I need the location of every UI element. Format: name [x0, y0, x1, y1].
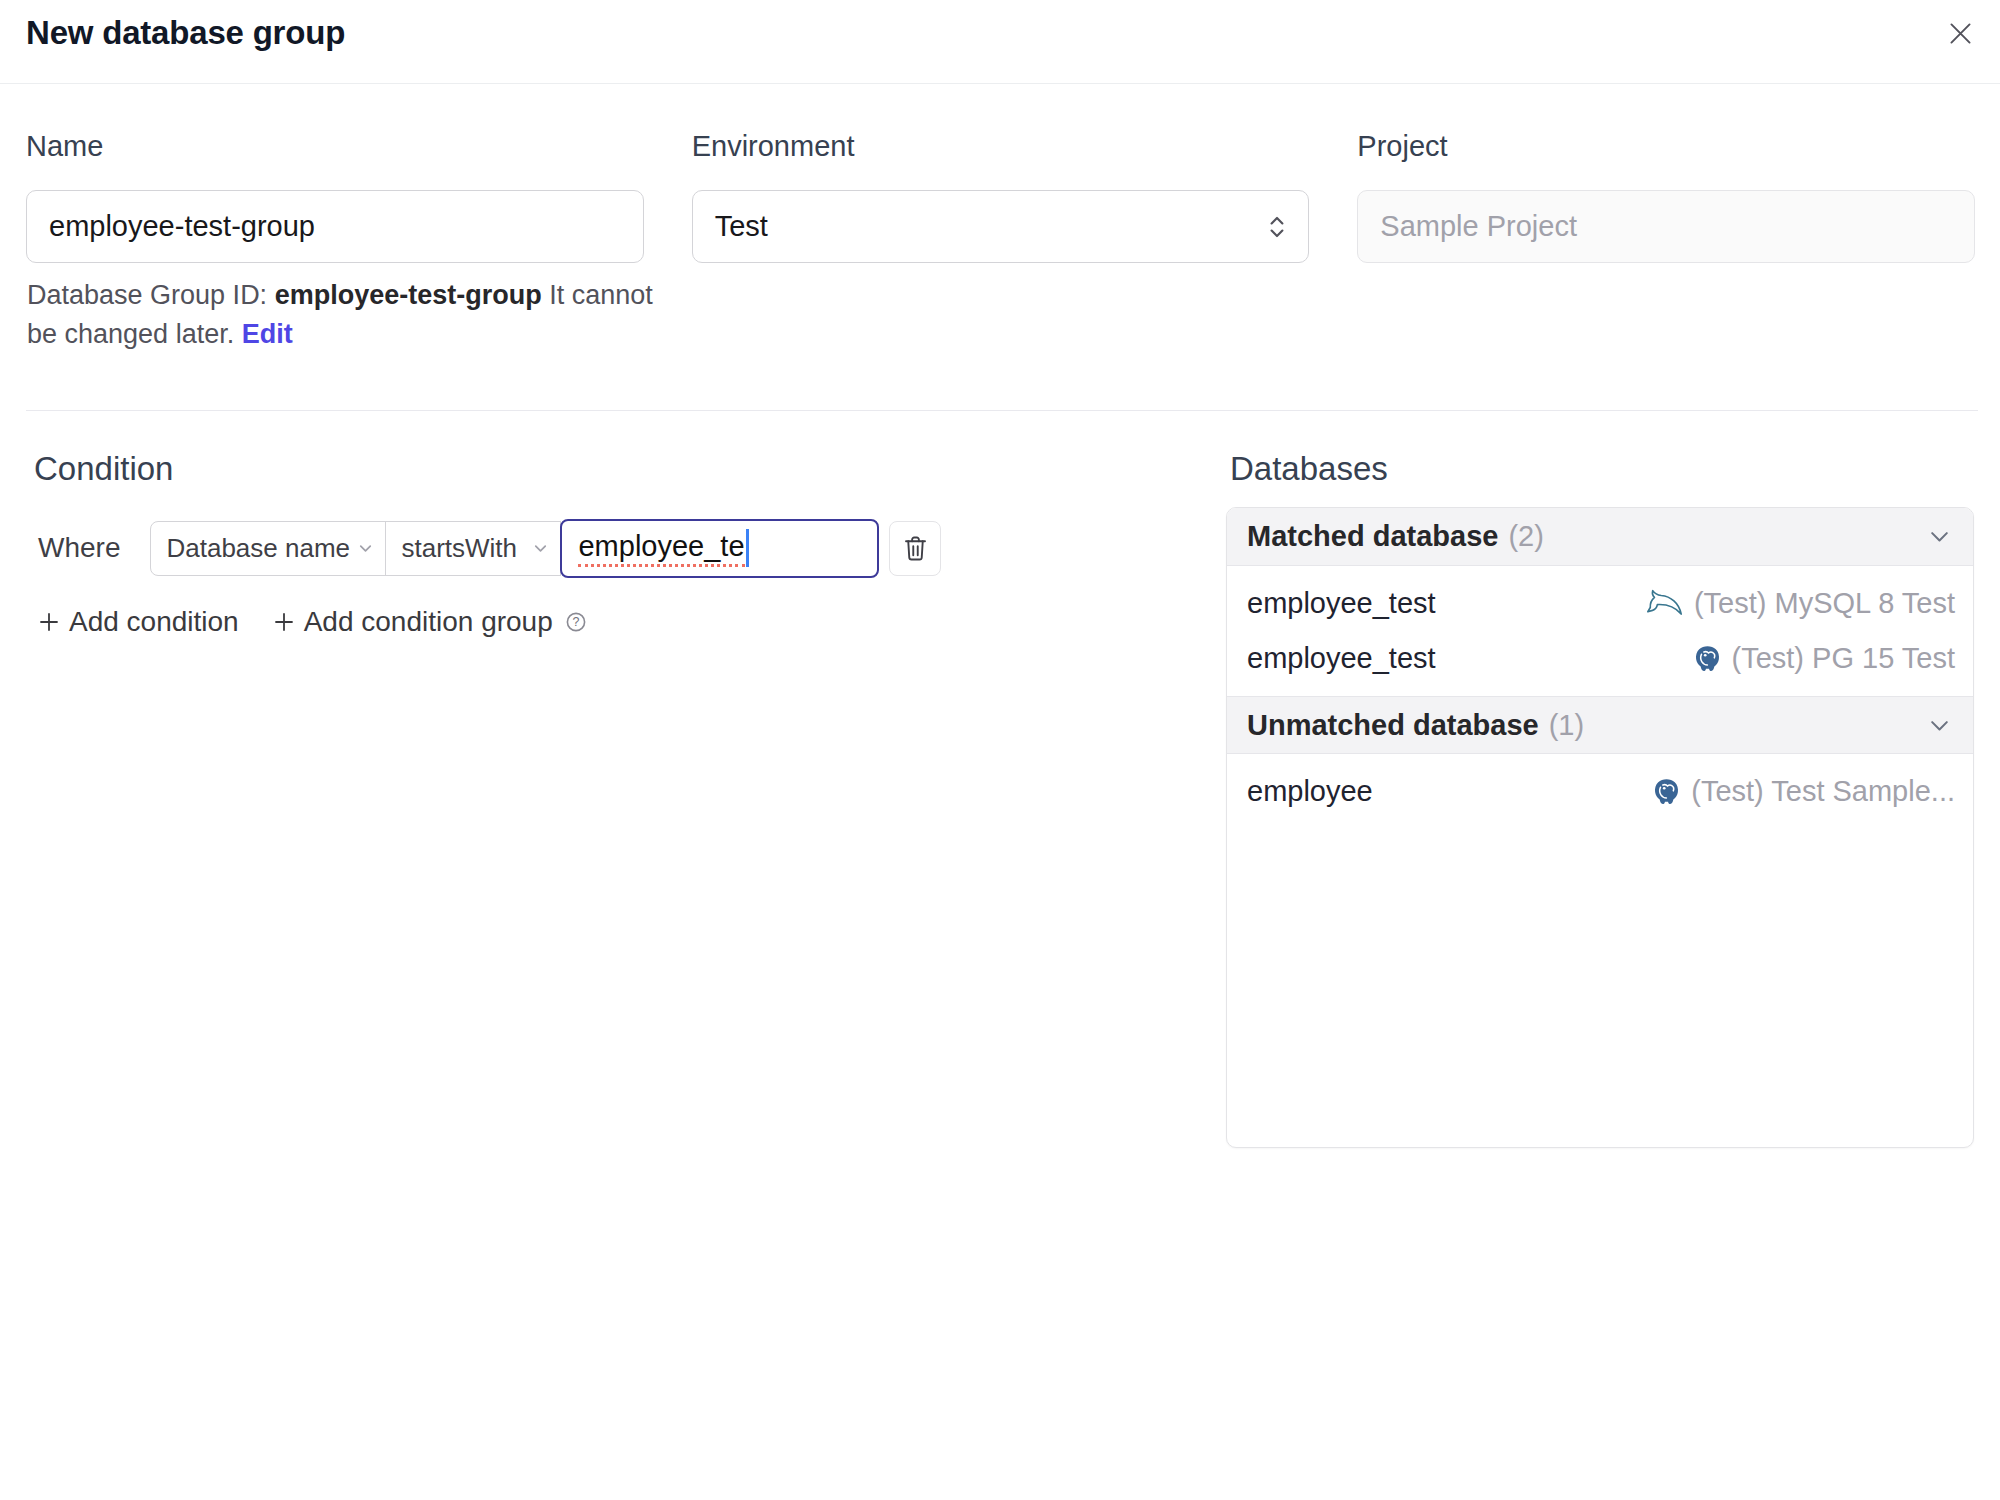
database-name: employee [1247, 775, 1373, 808]
group-id-value: employee-test-group [275, 280, 542, 310]
where-label: Where [38, 532, 120, 564]
condition-operator-value: startsWith [401, 533, 517, 564]
close-button[interactable] [1942, 15, 1978, 51]
database-name: employee_test [1247, 587, 1436, 620]
plus-icon [38, 611, 60, 633]
edit-link[interactable]: Edit [242, 319, 293, 349]
section-divider [26, 410, 1978, 411]
form-row: Name employee-test-group Environment Tes… [26, 130, 1975, 263]
plus-icon [273, 611, 295, 633]
unmatched-database-rows: employee (Test) Test Sample... [1227, 754, 1973, 829]
environment-label: Environment [692, 130, 1310, 162]
matched-database-header[interactable]: Matched database (2) [1227, 508, 1973, 566]
unmatched-database-header[interactable]: Unmatched database (1) [1227, 696, 1973, 754]
close-icon [1946, 19, 1975, 48]
matched-database-count: (2) [1508, 520, 1543, 553]
add-condition-label: Add condition [69, 606, 239, 638]
condition-value-text: employee_te [578, 530, 744, 567]
dialog-title: New database group [26, 12, 345, 54]
condition-field-value: Database name [166, 533, 350, 564]
condition-group: Database name startsWith employee_te [150, 519, 879, 578]
chevron-down-icon [1926, 523, 1953, 550]
unmatched-database-title: Unmatched database [1247, 709, 1539, 742]
database-name: employee_test [1247, 642, 1436, 675]
databases-panel: Matched database (2) employee_test (Test… [1226, 507, 1974, 1148]
environment-select[interactable]: Test [692, 190, 1310, 263]
trash-icon [902, 534, 929, 563]
environment-field: Environment Test [692, 130, 1310, 263]
databases-heading: Databases [1230, 450, 1388, 488]
new-database-group-dialog: New database group Name employee-test-gr… [0, 0, 2000, 1500]
database-row: employee_test (Test) MySQL 8 Test [1227, 576, 1973, 631]
database-row: employee (Test) Test Sample... [1227, 764, 1973, 819]
condition-operator-select[interactable]: startsWith [385, 521, 561, 576]
svg-text:?: ? [572, 615, 579, 629]
add-condition-group-button[interactable]: Add condition group ? [273, 606, 587, 638]
chevron-down-icon [1926, 712, 1953, 739]
instance-label: (Test) PG 15 Test [1732, 642, 1956, 675]
select-arrows-icon [1268, 212, 1286, 242]
postgresql-icon [1693, 644, 1722, 674]
add-condition-button[interactable]: Add condition [38, 606, 239, 638]
instance-label: (Test) Test Sample... [1691, 775, 1955, 808]
name-field: Name employee-test-group [26, 130, 644, 263]
matched-database-rows: employee_test (Test) MySQL 8 Test employ… [1227, 566, 1973, 696]
condition-value-input[interactable]: employee_te [560, 519, 879, 578]
text-caret [746, 529, 749, 567]
unmatched-database-count: (1) [1549, 709, 1584, 742]
project-label: Project [1357, 130, 1975, 162]
delete-condition-button[interactable] [889, 521, 941, 576]
chevron-down-icon [531, 539, 550, 558]
project-input: Sample Project [1357, 190, 1975, 263]
add-condition-group-label: Add condition group [304, 606, 553, 638]
project-value: Sample Project [1380, 210, 1577, 243]
project-field: Project Sample Project [1357, 130, 1975, 263]
chevron-down-icon [356, 539, 375, 558]
name-label: Name [26, 130, 644, 162]
condition-row: Where Database name startsWith employee_… [38, 518, 941, 578]
name-value: employee-test-group [49, 210, 315, 243]
postgresql-icon [1652, 777, 1681, 807]
group-id-note: Database Group ID: employee-test-group I… [27, 276, 689, 354]
instance-label: (Test) MySQL 8 Test [1694, 587, 1955, 620]
condition-actions: Add condition Add condition group ? [38, 604, 587, 640]
database-row: employee_test (Test) PG 15 Test [1227, 631, 1973, 686]
condition-field-select[interactable]: Database name [150, 521, 386, 576]
help-icon: ? [565, 611, 587, 633]
name-input[interactable]: employee-test-group [26, 190, 644, 263]
mysql-icon [1644, 588, 1684, 619]
environment-value: Test [715, 210, 768, 243]
condition-heading: Condition [34, 450, 173, 488]
matched-database-title: Matched database [1247, 520, 1498, 553]
dialog-header: New database group [0, 0, 2000, 84]
